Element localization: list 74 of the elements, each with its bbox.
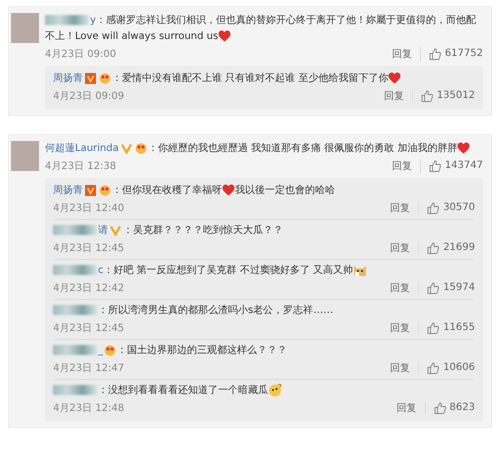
like-count: 8623	[450, 402, 475, 413]
username-link[interactable]: 周扬青	[53, 185, 83, 196]
thumbs-up-icon[interactable]	[420, 90, 433, 102]
thumbs-up-icon[interactable]	[434, 402, 446, 414]
like-count: 30570	[443, 202, 475, 213]
reply-link[interactable]: 回复	[392, 158, 421, 172]
emoji-icon	[99, 184, 111, 196]
reply-link[interactable]: 回复	[396, 400, 426, 414]
comment-text: _ ：国土边界那边的三观都这样么？？？	[53, 343, 475, 359]
blurred-username	[53, 345, 97, 356]
reply-link[interactable]: 回复	[390, 360, 420, 374]
thumbs-up-icon[interactable]	[427, 362, 440, 374]
thumbs-up-icon[interactable]	[427, 202, 440, 214]
blurred-username	[53, 265, 97, 276]
blurred-username	[45, 15, 89, 26]
comment-date: 4月23日 12:47	[53, 362, 126, 374]
cat-face-icon	[353, 264, 368, 277]
blurred-username	[53, 225, 97, 236]
comment-text: ：所以湾湾男生真的都那么渣吗小s老公，罗志祥……	[53, 303, 475, 319]
comment-date: 4月23日 12:45	[53, 242, 126, 254]
comment-date: 4月23日 12:45	[53, 322, 126, 334]
comment-text: y：感谢罗志祥让我们相识，但也真的替妳开心终于离开了他！妳屬于更值得的，而他配不上！Love will always surround us	[45, 14, 477, 44]
thumbs-up-icon[interactable]	[427, 282, 440, 294]
comment-date: 4月23日 09:09	[53, 90, 126, 102]
comment-date: 4月23日 12:42	[53, 282, 126, 294]
comment-date: 4月23日 12:38	[45, 160, 118, 172]
like-count: 135012	[436, 90, 475, 101]
comment-date: 4月23日 12:48	[53, 402, 126, 414]
heart-icon	[218, 30, 232, 42]
emoji-icon	[99, 72, 111, 84]
like-count: 11655	[443, 322, 475, 333]
like-count: 21699	[443, 242, 475, 253]
heart-icon	[388, 72, 402, 84]
comment-text: 请 ：吴克群？？？？吃到惊天大瓜？？	[53, 223, 475, 239]
comment-date: 4月23日 09:00	[45, 48, 118, 60]
verified-v-icon	[110, 224, 121, 236]
reply-link[interactable]: 回复	[390, 200, 420, 214]
comment-text: 何超蓮Laurinda ：你經歷的我也經歷過 我知道那有多痛 很佩服你的勇敢 加油我的胖胖	[45, 141, 483, 157]
heart-icon	[222, 184, 235, 196]
thinking-emoji-icon	[268, 383, 282, 398]
comment-text: c：好吧 第一反应想到了吴克群 不过窦骁好多了 又高又帅	[53, 263, 475, 279]
avatar-photo-placeholder	[11, 13, 39, 43]
verified-v-icon	[120, 142, 132, 154]
emoji-icon	[104, 344, 116, 356]
comment-text: 周扬青 ：爱情中没有谁配不上谁 只有谁对不起谁 至少他给我留下了你	[53, 71, 475, 87]
like-count: 10606	[443, 362, 475, 373]
heart-icon	[457, 142, 470, 154]
reply-link[interactable]: 回复	[384, 88, 413, 102]
thumbs-up-icon[interactable]	[428, 160, 441, 172]
emoji-icon	[134, 142, 147, 154]
avatar-photo-placeholder	[11, 141, 39, 171]
comment-text: 周扬青 ：但你現在收穫了幸福呀 我以後一定也會的哈哈	[53, 183, 336, 198]
like-count: 15974	[443, 282, 475, 293]
username-link[interactable]: 何超蓮Laurinda	[45, 143, 119, 154]
username-link[interactable]: c	[98, 265, 104, 276]
username-link[interactable]: 请	[98, 225, 108, 236]
blurred-username	[53, 305, 97, 316]
reply-link[interactable]: 回复	[390, 280, 420, 294]
thumbs-up-icon[interactable]	[428, 48, 441, 60]
username-link[interactable]: 周扬青	[53, 73, 83, 84]
comment-date: 4月23日 12:40	[53, 202, 126, 214]
like-count: 143747	[444, 160, 483, 171]
username-link[interactable]: _	[98, 345, 103, 356]
like-count: 617752	[444, 48, 483, 59]
reply-link[interactable]: 回复	[390, 240, 420, 254]
thumbs-up-icon[interactable]	[427, 322, 440, 334]
username-link[interactable]: y	[90, 15, 96, 26]
comment-text: ：没想到看看看看还知道了一个暗藏瓜	[53, 383, 475, 399]
blurred-username	[53, 385, 97, 396]
verified-badge-icon	[85, 72, 96, 84]
verified-badge-icon	[85, 184, 96, 196]
reply-link[interactable]: 回复	[390, 320, 420, 334]
thumbs-up-icon[interactable]	[427, 242, 440, 254]
reply-link[interactable]: 回复	[392, 46, 421, 60]
